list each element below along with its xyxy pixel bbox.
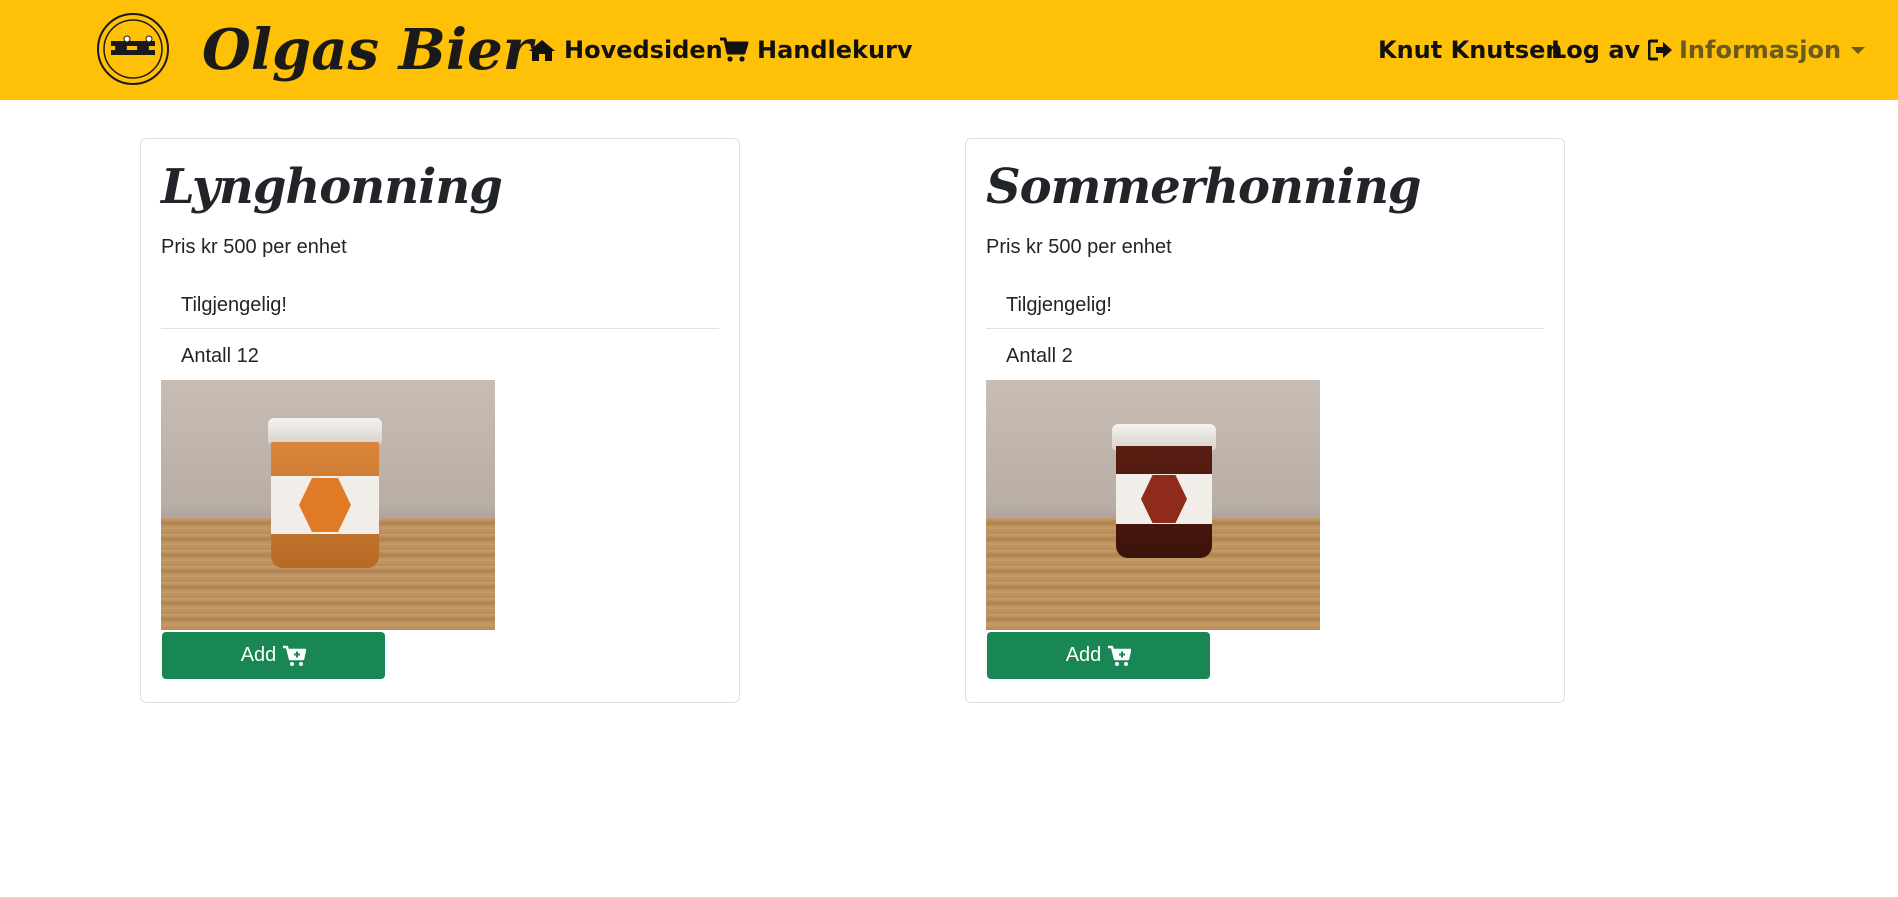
hexagon-label-icon	[1141, 475, 1187, 523]
shopping-cart-icon	[720, 37, 749, 62]
availability-item: Tilgjengelig!	[986, 281, 1544, 329]
nav-home-link[interactable]: Hovedsiden	[528, 28, 723, 72]
quantity-item: Antall 2	[1006, 345, 1073, 367]
product-card: Lynghonning Pris kr 500 per enhet Tilgje…	[140, 138, 740, 703]
nav-user-link[interactable]: Knut Knutsen	[1378, 28, 1563, 72]
nav-cart-label: Handlekurv	[757, 36, 913, 64]
brand-title[interactable]: Olgas Bier	[202, 14, 532, 86]
nav-logout-label: Log av	[1551, 36, 1641, 64]
product-price: Pris kr 500 per enhet	[161, 236, 347, 258]
jar-body	[271, 442, 379, 568]
product-image	[161, 380, 495, 630]
cart-plus-icon	[1108, 645, 1132, 666]
nav-logout-link[interactable]: Log av	[1551, 28, 1674, 72]
nav-home-label: Hovedsiden	[564, 36, 723, 64]
nav-info-label: Informasjon	[1679, 36, 1842, 64]
chevron-down-icon	[1851, 46, 1866, 54]
nav-cart-link[interactable]: Handlekurv	[719, 28, 913, 72]
jar-label	[1116, 474, 1212, 524]
jar-lid	[268, 418, 382, 444]
add-to-cart-button[interactable]: Add	[162, 632, 385, 679]
product-card: Sommerhonning Pris kr 500 per enhet Tilg…	[965, 138, 1565, 703]
jar-body	[1116, 446, 1212, 558]
add-button-label: Add	[1065, 644, 1102, 666]
product-price: Pris kr 500 per enhet	[986, 236, 1172, 258]
cart-plus-icon	[283, 645, 307, 666]
nav-info-dropdown[interactable]: Informasjon	[1679, 28, 1866, 72]
add-to-cart-button[interactable]: Add	[987, 632, 1210, 679]
product-image	[986, 380, 1320, 630]
availability-item: Tilgjengelig!	[161, 281, 719, 329]
add-button-label: Add	[240, 644, 277, 666]
product-title: Lynghonning	[161, 159, 503, 215]
top-navbar: Olgas Bier Hovedsiden Handlekurv Knut Kn…	[0, 0, 1898, 100]
bee-logo-icon	[103, 19, 163, 79]
brand-logo[interactable]	[97, 13, 169, 85]
quantity-item: Antall 12	[181, 345, 259, 367]
product-title: Sommerhonning	[986, 159, 1421, 215]
sign-out-icon	[1648, 39, 1673, 61]
hexagon-label-icon	[299, 478, 351, 532]
jar-label	[271, 476, 379, 534]
home-icon	[529, 40, 555, 61]
